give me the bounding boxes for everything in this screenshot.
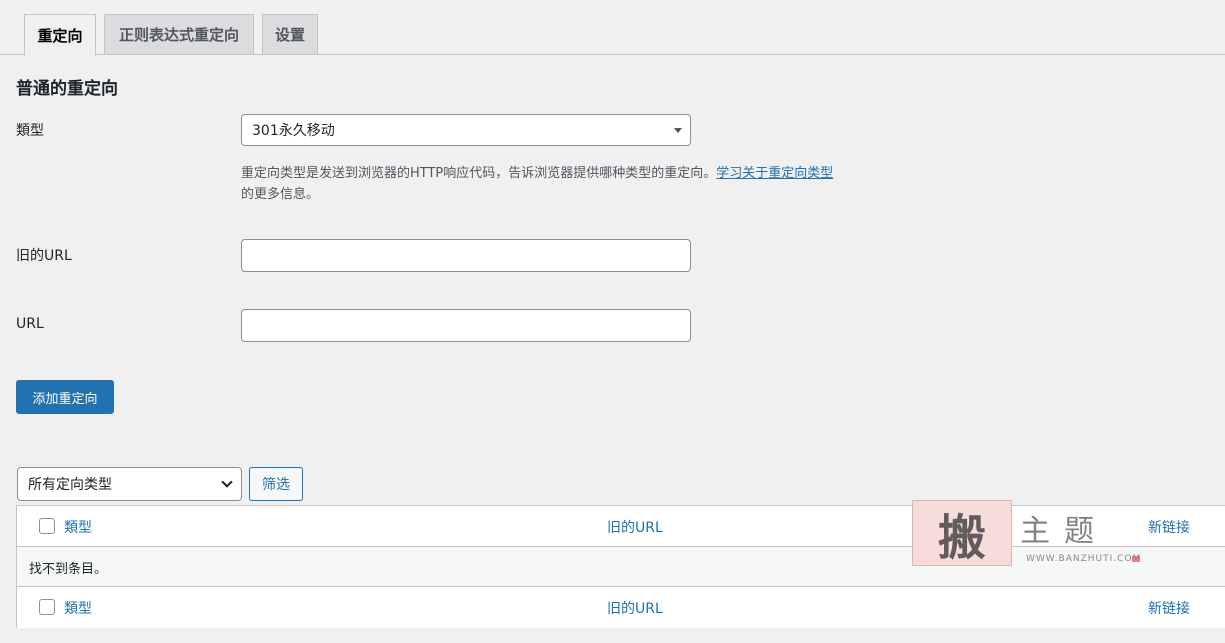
column-new-link-footer[interactable]: 新链接 <box>1148 598 1190 618</box>
table-empty-row: 找不到条目。 <box>17 547 1225 587</box>
filter-select-value: 所有定向类型 <box>28 477 112 493</box>
section-title: 普通的重定向 <box>16 79 118 99</box>
empty-message: 找不到条目。 <box>29 562 108 577</box>
type-description: 重定向类型是发送到浏览器的HTTP响应代码，告诉浏览器提供哪种类型的重定向。学习… <box>241 163 921 205</box>
column-new-link-header[interactable]: 新链接 <box>1148 517 1190 537</box>
description-suffix: 的更多信息。 <box>241 187 320 202</box>
column-old-url-header[interactable]: 旧的URL <box>607 517 663 537</box>
column-type-footer[interactable]: 類型 <box>64 598 92 618</box>
redirects-table: 類型 旧的URL 新链接 找不到条目。 類型 旧的URL 新链接 <box>16 505 1225 628</box>
caret-down-icon <box>674 128 682 133</box>
column-old-url-footer[interactable]: 旧的URL <box>607 598 663 618</box>
select-all-checkbox[interactable] <box>39 518 55 534</box>
tab-redirect[interactable]: 重定向 <box>24 14 96 56</box>
type-label: 類型 <box>16 123 44 139</box>
table-header-row: 類型 旧的URL 新链接 <box>17 506 1225 547</box>
chevron-down-icon <box>221 476 233 488</box>
redirect-type-value: 301永久移动 <box>252 123 335 139</box>
learn-redirect-types-link[interactable]: 学习关于重定向类型 <box>716 166 833 181</box>
description-text: 重定向类型是发送到浏览器的HTTP响应代码，告诉浏览器提供哪种类型的重定向。 <box>241 166 717 181</box>
add-redirect-button[interactable]: 添加重定向 <box>16 380 114 414</box>
tab-settings[interactable]: 设置 <box>262 14 318 55</box>
redirect-type-select[interactable]: 301永久移动 <box>241 114 691 146</box>
url-input[interactable] <box>241 309 691 342</box>
tab-bar: 重定向 正则表达式重定向 设置 <box>0 0 1225 56</box>
column-type-header[interactable]: 類型 <box>64 517 92 537</box>
redirect-type-filter-select[interactable]: 所有定向类型 <box>17 467 242 501</box>
table-footer-row: 類型 旧的URL 新链接 <box>17 587 1225 628</box>
old-url-label: 旧的URL <box>16 248 72 264</box>
select-all-checkbox-footer[interactable] <box>39 599 55 615</box>
tab-regex-redirect[interactable]: 正则表达式重定向 <box>104 14 254 55</box>
filter-button[interactable]: 筛选 <box>249 467 303 501</box>
old-url-input[interactable] <box>241 239 691 272</box>
url-label: URL <box>16 316 44 332</box>
